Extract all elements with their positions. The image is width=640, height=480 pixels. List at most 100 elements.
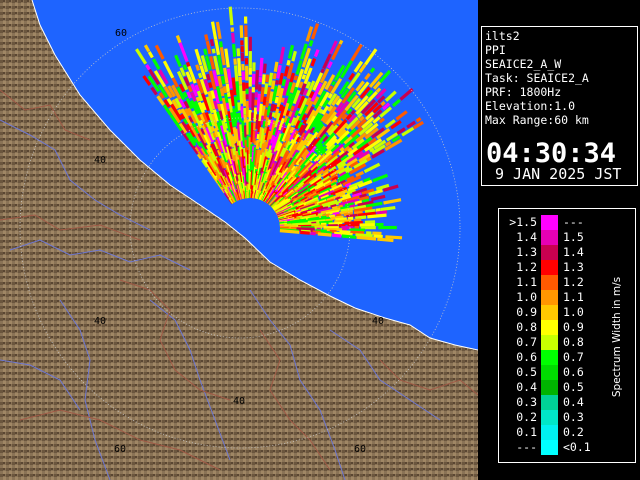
color-legend: >1.5 --- 1.4 1.5 1.3 1.4 1.2 1.3 1.1 1.2 1.0 1.1 0.9…: [498, 208, 636, 463]
echo-segment: [355, 233, 373, 238]
scan-date: 9 JAN 2025 JST: [495, 165, 622, 183]
echo-segment: [267, 119, 272, 126]
echo-segment: [273, 61, 279, 72]
echo-segment: [254, 131, 259, 139]
prf-value: PRF: 1800Hz: [485, 85, 562, 99]
legend-title: Spectrum Width in m/s: [611, 276, 623, 398]
echo-segment: [293, 75, 299, 81]
echo-segment: [310, 231, 316, 236]
echo-segment: [375, 208, 381, 212]
legend-max-label: 0.9: [563, 320, 584, 334]
echo-segment: [259, 57, 264, 77]
echo-segment: [286, 59, 291, 66]
legend-min-label: 1.3: [516, 245, 537, 259]
legend-swatch: [541, 215, 558, 230]
echo-segment: [237, 57, 242, 77]
echo-segment: [265, 74, 270, 83]
echo-segment: [374, 188, 383, 195]
echo-segment: [231, 32, 236, 43]
echo-segment: [368, 190, 376, 196]
echo-segment: [224, 94, 229, 103]
legend-swatch: [541, 260, 558, 275]
legend-swatch: [541, 395, 558, 410]
echo-segment: [415, 117, 422, 123]
site-name: ilts2: [485, 29, 520, 43]
legend-max-label: 0.8: [563, 335, 584, 349]
echo-segment: [253, 107, 258, 122]
legend-row: --- <0.1: [499, 440, 599, 455]
echo-segment: [204, 34, 209, 41]
legend-swatch: [541, 305, 558, 320]
echo-segment: [210, 125, 215, 132]
echo-segment: [238, 85, 244, 104]
legend-min-label: 0.9: [516, 305, 537, 319]
echo-segment: [240, 106, 245, 118]
range-label: 40: [372, 316, 384, 327]
echo-segment: [195, 96, 201, 102]
echo-segment: [262, 63, 267, 74]
echo-segment: [385, 235, 403, 240]
echo-segment: [355, 215, 367, 220]
echo-segment: [235, 113, 240, 121]
legend-min-label: 0.2: [516, 410, 537, 424]
echo-segment: [261, 74, 266, 85]
echo-segment: [300, 230, 310, 235]
legend-max-label: 0.6: [563, 365, 584, 379]
echo-segment: [236, 48, 241, 57]
echo-segment: [349, 204, 356, 209]
echo-segment: [270, 80, 276, 90]
echo-segment: [268, 112, 273, 120]
echo-segment: [254, 70, 259, 90]
echo-segment: [364, 220, 376, 224]
echo-segment: [331, 233, 342, 238]
echo-segment: [364, 208, 376, 214]
echo-segment: [237, 102, 242, 111]
legend-min-label: ---: [516, 440, 537, 454]
info-panel: ilts2 PPI SEAICE2_A_W Task: SEAICE2_A PR…: [481, 26, 638, 186]
echo-segment: [208, 82, 213, 89]
legend-min-label: 0.7: [516, 335, 537, 349]
echo-segment: [331, 80, 337, 86]
echo-segment: [362, 198, 370, 204]
echo-segment: [209, 38, 215, 47]
legend-swatch: [541, 245, 558, 260]
legend-row: 0.9 1.0: [499, 305, 599, 320]
legend-min-label: 0.8: [516, 320, 537, 334]
product-name: SEAICE2_A_W: [485, 57, 562, 71]
echo-segment: [243, 125, 248, 138]
legend-swatch: [541, 410, 558, 425]
echo-segment: [203, 48, 208, 56]
echo-segment: [268, 91, 274, 104]
legend-row: 1.2 1.3: [499, 260, 599, 275]
legend-min-label: 1.1: [516, 275, 537, 289]
echo-segment: [268, 72, 274, 86]
legend-max-label: <0.1: [563, 440, 591, 454]
legend-min-label: 1.0: [516, 290, 537, 304]
echo-segment: [376, 210, 388, 215]
echo-segment: [272, 73, 277, 80]
echo-segment: [235, 81, 241, 101]
legend-max-label: ---: [563, 215, 584, 229]
echo-segment: [298, 81, 304, 89]
legend-max-label: 1.2: [563, 275, 584, 289]
echo-segment: [356, 235, 377, 241]
echo-segment: [272, 104, 278, 112]
legend-min-label: 0.3: [516, 395, 537, 409]
legend-row: 0.1 0.2: [499, 425, 599, 440]
echo-segment: [242, 90, 247, 107]
echo-segment: [302, 119, 308, 125]
legend-row: 0.6 0.7: [499, 350, 599, 365]
echo-segment: [217, 103, 222, 111]
echo-segment: [274, 96, 279, 104]
echo-segment: [262, 96, 267, 106]
echo-segment: [205, 73, 211, 81]
echo-segment: [211, 48, 216, 54]
echo-segment: [271, 112, 276, 118]
legend-min-label: 1.4: [516, 230, 537, 244]
echo-segment: [238, 112, 243, 123]
echo-segment: [185, 61, 191, 67]
legend-row: 0.3 0.4: [499, 395, 599, 410]
legend-swatch: [541, 365, 558, 380]
echo-segment: [270, 103, 275, 112]
legend-max-label: 1.1: [563, 290, 584, 304]
